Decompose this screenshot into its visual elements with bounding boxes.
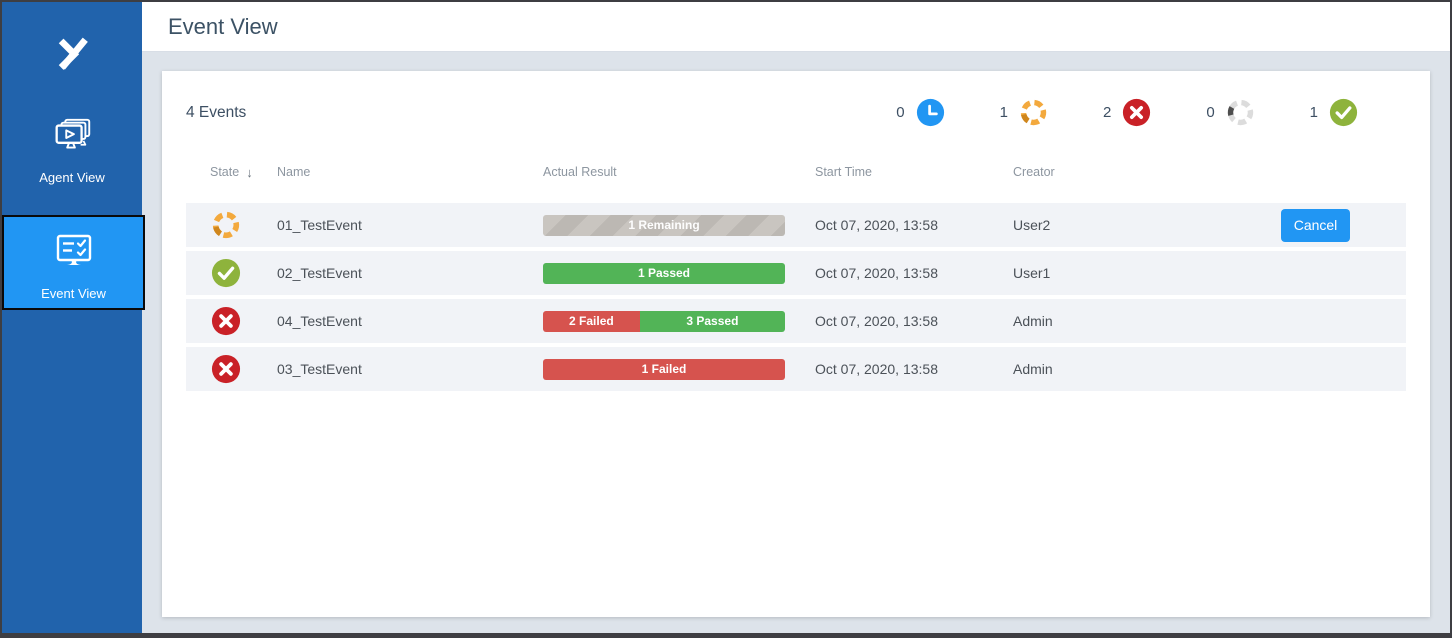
counter-failed-count: 2 [1102, 104, 1112, 121]
action-cell: Cancel [1226, 208, 1406, 242]
canceled-spinner-icon [1226, 98, 1255, 127]
column-header-start-time[interactable]: Start Time [815, 165, 1013, 179]
main-area: Event View 4 Events 0 1 2 0 1 State ↓ Na… [142, 2, 1450, 633]
failed-segment: 1 Failed [543, 358, 785, 380]
failed-segment: 2 Failed [543, 310, 640, 332]
table-row[interactable]: 03_TestEvent 1 Failed Oct 07, 2020, 13:5… [186, 347, 1406, 391]
state-cell [186, 258, 277, 288]
column-header-state[interactable]: State ↓ [186, 165, 277, 180]
agent-view-icon [55, 118, 91, 149]
passed-segment: 3 Passed [639, 310, 785, 332]
sidebar-item-label: Event View [41, 286, 106, 301]
sort-desc-icon[interactable]: ↓ [246, 165, 253, 180]
counter-running-count: 1 [999, 104, 1008, 121]
app-logo-icon [58, 37, 88, 70]
event-name: 03_TestEvent [277, 361, 362, 377]
events-count: 4 Events [186, 103, 247, 121]
result-cell: 1 Remaining [543, 214, 815, 236]
creator: User1 [1013, 265, 1051, 281]
running-spinner-icon [1019, 98, 1048, 127]
counter-passed-count: 1 [1309, 104, 1318, 121]
start-time: Oct 07, 2020, 13:58 [815, 361, 938, 377]
page-title: Event View [168, 13, 278, 39]
event-name: 04_TestEvent [277, 313, 362, 329]
top-bar: Event View [142, 2, 1450, 52]
table-body: 01_TestEvent 1 Remaining Oct 07, 2020, 1… [186, 203, 1406, 391]
sidebar-item-event-view[interactable]: Event View [2, 215, 145, 310]
passed-circle-icon [1329, 98, 1358, 127]
app-window: Agent View Event View Event View 4 Event… [0, 0, 1452, 638]
remaining-segment: 1 Remaining [543, 214, 785, 236]
passed-segment: 1 Passed [543, 262, 785, 284]
counter-canceled-count: 0 [1206, 104, 1215, 121]
column-header-creator[interactable]: Creator [1013, 165, 1226, 179]
events-summary: 4 Events 0 1 2 0 1 [186, 71, 1406, 127]
column-header-state-label: State [210, 165, 240, 179]
state-cell [186, 306, 277, 336]
state-cell [186, 210, 277, 240]
result-bar: 1 Passed [543, 262, 785, 284]
table-row[interactable]: 02_TestEvent 1 Passed Oct 07, 2020, 13:5… [186, 251, 1406, 295]
failed-circle-icon [1122, 98, 1152, 127]
clock-icon [915, 98, 945, 127]
result-bar: 1 Remaining [543, 214, 785, 236]
content-area: 4 Events 0 1 2 0 1 State ↓ Name Actual R… [142, 53, 1450, 633]
counter-canceled: 0 [1206, 98, 1254, 127]
sidebar-item-agent-view[interactable]: Agent View [2, 115, 142, 185]
column-header-actual-result[interactable]: Actual Result [543, 165, 815, 179]
running-spinner-icon [211, 210, 241, 240]
counter-failed: 2 [1102, 98, 1152, 127]
counter-passed: 1 [1310, 98, 1358, 127]
creator: User2 [1013, 217, 1051, 233]
creator: Admin [1013, 313, 1053, 329]
sidebar: Agent View Event View [2, 2, 145, 633]
column-header-name[interactable]: Name [277, 165, 543, 179]
result-cell: 1 Failed [543, 358, 815, 380]
passed-circle-icon [211, 258, 241, 288]
result-cell: 2 Failed 3 Passed [543, 310, 815, 332]
start-time: Oct 07, 2020, 13:58 [815, 217, 938, 233]
result-bar: 1 Failed [543, 358, 785, 380]
app-logo [2, 24, 142, 87]
counter-pending: 0 [896, 98, 945, 127]
table-row[interactable]: 01_TestEvent 1 Remaining Oct 07, 2020, 1… [186, 203, 1406, 247]
creator: Admin [1013, 361, 1053, 377]
result-cell: 1 Passed [543, 262, 815, 284]
counter-running: 1 [1000, 98, 1048, 127]
event-view-icon [56, 234, 91, 265]
start-time: Oct 07, 2020, 13:58 [815, 265, 938, 281]
failed-circle-icon [211, 306, 241, 336]
start-time: Oct 07, 2020, 13:58 [815, 313, 938, 329]
sidebar-item-label: Agent View [39, 170, 105, 185]
cancel-button[interactable]: Cancel [1281, 208, 1350, 242]
counter-pending-count: 0 [896, 104, 905, 121]
table-header: State ↓ Name Actual Result Start Time Cr… [186, 163, 1406, 181]
failed-circle-icon [211, 354, 241, 384]
event-name: 01_TestEvent [277, 217, 362, 233]
event-name: 02_TestEvent [277, 265, 362, 281]
state-cell [186, 354, 277, 384]
status-counters: 0 1 2 0 1 [896, 98, 1406, 127]
result-bar: 2 Failed 3 Passed [543, 310, 785, 332]
table-row[interactable]: 04_TestEvent 2 Failed 3 Passed Oct 07, 2… [186, 299, 1406, 343]
events-card: 4 Events 0 1 2 0 1 State ↓ Name Actual R… [162, 71, 1430, 617]
